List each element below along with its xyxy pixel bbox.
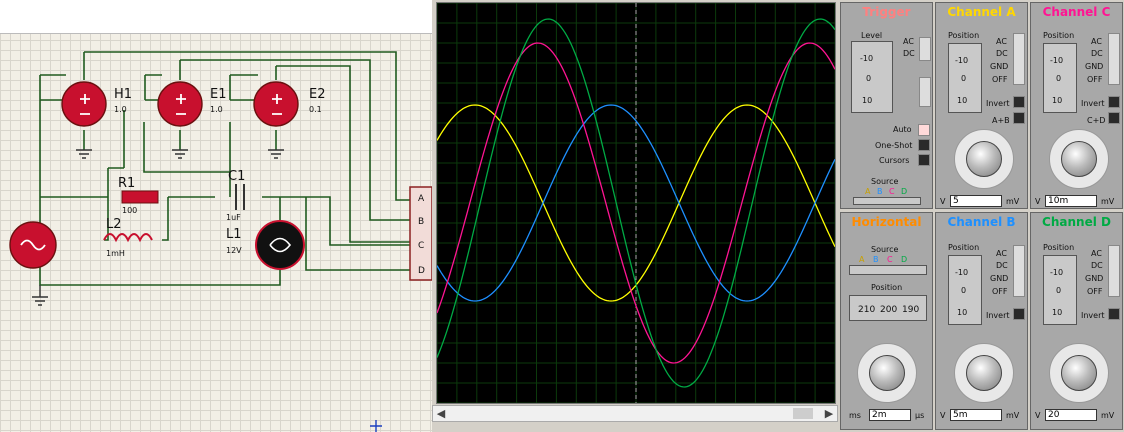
channel-a-position-gauge[interactable]: -10 0 10 (948, 43, 982, 113)
channel-d-coupling-switch[interactable] (1108, 245, 1120, 297)
channel-d-position-gauge[interactable]: -10 0 10 (1043, 255, 1077, 325)
schematic-canvas[interactable]: H1 1.0 E1 1.0 E2 0.1 R1 100 C1 1uF L1 12… (0, 0, 432, 432)
svg-text:1mH: 1mH (106, 249, 125, 258)
one-shot-button[interactable] (918, 139, 930, 151)
scroll-left-icon[interactable]: ◀ (433, 406, 449, 421)
channel-d-knob[interactable] (1061, 355, 1097, 391)
svg-text:C: C (418, 241, 424, 251)
horizontal-source-slider[interactable] (849, 265, 927, 275)
oscilloscope-screen[interactable] (436, 2, 836, 404)
channel-d-value-field[interactable]: 20 (1045, 409, 1097, 421)
auto-button[interactable] (918, 124, 930, 136)
scroll-right-icon[interactable]: ▶ (821, 406, 837, 421)
label-H1: H1 (114, 87, 132, 102)
scroll-thumb[interactable] (793, 408, 813, 419)
circuit-diagram: H1 1.0 E1 1.0 E2 0.1 R1 100 C1 1uF L1 12… (9, 51, 432, 432)
svg-text:L1: L1 (226, 227, 242, 242)
channel-c-invert-button[interactable] (1108, 96, 1120, 108)
svg-text:D: D (418, 266, 425, 276)
trigger-edge-switch[interactable] (919, 77, 931, 107)
horizontal-panel: Horizontal Source A B C D Position 210 2… (840, 212, 933, 430)
channel-c-panel: Channel C Position -10 0 10 AC DC GND OF… (1030, 2, 1123, 209)
channel-b-position-gauge[interactable]: -10 0 10 (948, 255, 982, 325)
svg-text:E2: E2 (309, 87, 326, 102)
trigger-panel: Trigger Level -10 0 10 AC DC Auto One-Sh… (840, 2, 933, 209)
svg-text:1uF: 1uF (226, 213, 241, 222)
cursors-button[interactable] (918, 154, 930, 166)
scope-waveforms (436, 2, 836, 404)
channel-b-coupling-switch[interactable] (1013, 245, 1025, 297)
channel-a-combo-button[interactable] (1013, 112, 1025, 124)
svg-text:0.1: 0.1 (309, 105, 322, 114)
channel-a-coupling-switch[interactable] (1013, 33, 1025, 85)
channel-a-value-field[interactable]: 5 (950, 195, 1002, 207)
channel-d-panel: Channel D Position -10 0 10 AC DC GND OF… (1030, 212, 1123, 430)
channel-b-panel: Channel B Position -10 0 10 AC DC GND OF… (935, 212, 1028, 430)
svg-text:C1: C1 (228, 169, 245, 184)
channel-a-panel: Channel A Position -10 0 10 AC DC GND OF… (935, 2, 1028, 209)
channel-c-coupling-switch[interactable] (1108, 33, 1120, 85)
channel-b-invert-button[interactable] (1013, 308, 1025, 320)
svg-text:1.0: 1.0 (210, 105, 223, 114)
trigger-source-slider[interactable] (853, 197, 921, 205)
svg-text:L2: L2 (106, 217, 122, 232)
horizontal-knob[interactable] (869, 355, 905, 391)
svg-text:1.0: 1.0 (114, 105, 127, 114)
trigger-title: Trigger (862, 5, 911, 19)
trigger-coupling-switch[interactable] (919, 37, 931, 61)
channel-c-knob[interactable] (1061, 141, 1097, 177)
channel-b-value-field[interactable]: 5m (950, 409, 1002, 421)
svg-text:100: 100 (122, 206, 137, 215)
channel-c-value-field[interactable]: 10m (1045, 195, 1097, 207)
horizontal-position-gauge[interactable]: 210 200 190 (849, 295, 927, 321)
channel-c-combo-button[interactable] (1108, 112, 1120, 124)
horizontal-value-field[interactable]: 2m (869, 409, 911, 421)
horizontal-scrollbar[interactable]: ◀ ▶ (432, 405, 838, 422)
channel-b-knob[interactable] (966, 355, 1002, 391)
svg-text:E1: E1 (210, 87, 227, 102)
channel-a-knob[interactable] (966, 141, 1002, 177)
trigger-level-gauge[interactable]: -10 0 10 (851, 41, 893, 113)
channel-d-invert-button[interactable] (1108, 308, 1120, 320)
svg-text:B: B (418, 217, 424, 227)
svg-text:A: A (418, 194, 425, 204)
svg-text:R1: R1 (118, 176, 135, 191)
channel-c-position-gauge[interactable]: -10 0 10 (1043, 43, 1077, 113)
channel-a-invert-button[interactable] (1013, 96, 1025, 108)
svg-text:12V: 12V (226, 246, 242, 255)
